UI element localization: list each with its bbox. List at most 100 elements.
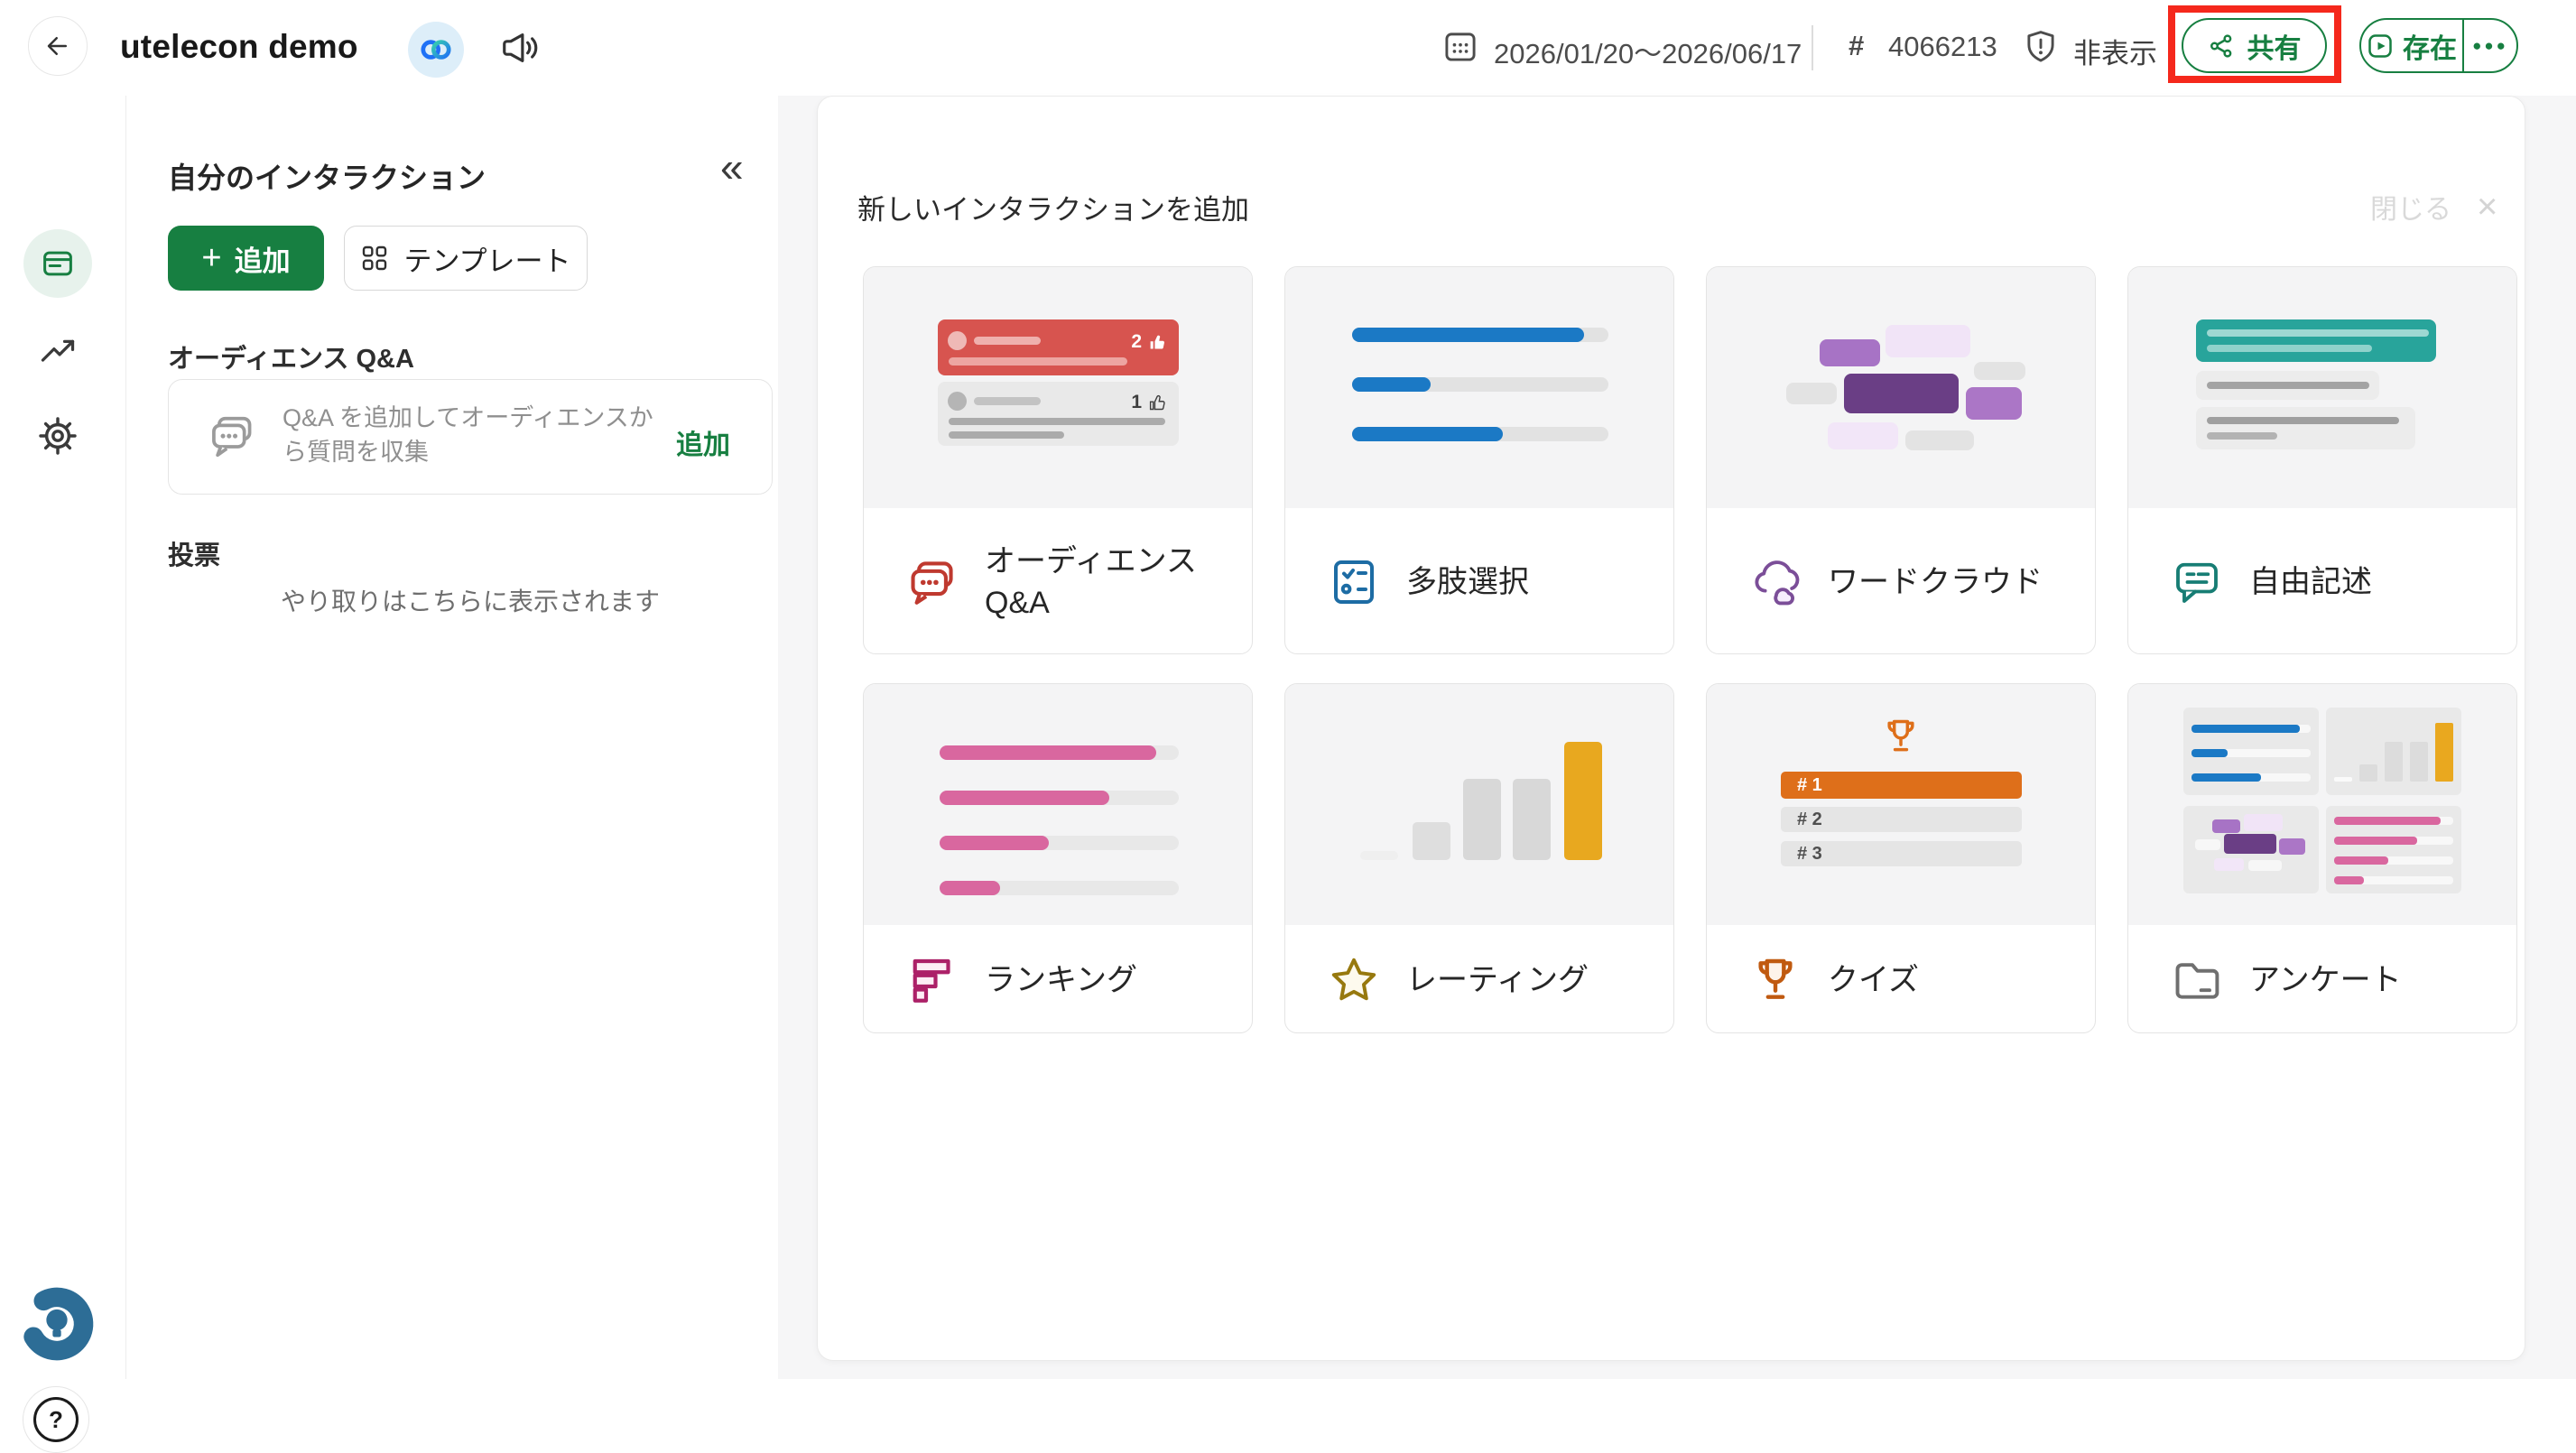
back-arrow-icon <box>44 32 71 60</box>
deco-word <box>1844 374 1959 413</box>
qna-preview: 2 1 <box>864 267 1252 508</box>
nav-interactions-active[interactable] <box>23 229 92 298</box>
deco-bar <box>1564 742 1602 860</box>
deco-bar <box>1463 779 1501 860</box>
collapse-panel-button[interactable]: « <box>720 143 744 191</box>
back-button[interactable] <box>28 16 88 76</box>
deco-word <box>2244 814 2283 831</box>
trophy-icon <box>1881 717 1921 756</box>
webex-rings-icon <box>417 31 455 69</box>
deco-word <box>2248 860 2282 871</box>
plus-icon: + <box>201 245 221 273</box>
event-code[interactable]: 4066213 <box>1888 31 1997 63</box>
deco-word <box>1886 325 1970 357</box>
thumb-up-icon <box>1148 393 1167 412</box>
card-label: オーディエンス Q&A <box>985 541 1219 624</box>
trend-icon <box>38 330 78 370</box>
close-panel-control[interactable]: 閉じる × <box>2370 187 2497 227</box>
deco-bar <box>1352 377 1431 392</box>
gear-icon <box>37 415 79 457</box>
more-options-button[interactable]: ●●● <box>2464 20 2516 71</box>
deco-response <box>2196 371 2379 400</box>
qna-add-link[interactable]: 追加 <box>676 422 730 462</box>
deco-line <box>2207 382 2369 389</box>
deco-line <box>2207 432 2277 440</box>
deco-bar <box>2385 742 2403 782</box>
deco-line <box>2207 329 2429 337</box>
deco-bar <box>1352 427 1503 441</box>
close-label: 閉じる <box>2370 187 2451 227</box>
cloud-icon <box>1750 557 1801 607</box>
card-survey[interactable]: アンケート <box>2127 683 2517 1033</box>
calendar-icon <box>1441 27 1479 69</box>
deco-bar <box>1413 822 1450 860</box>
deco-bar <box>1513 779 1551 860</box>
chat-bubbles-icon <box>208 412 257 461</box>
vote-count-bottom: 1 <box>1131 392 1167 413</box>
deco-mini-panel <box>2183 806 2319 893</box>
event-dates[interactable]: 2026/01/20〜2026/06/17 <box>1494 31 1802 71</box>
deco-bar <box>2410 742 2428 782</box>
add-label: 追加 <box>235 238 291 279</box>
close-icon: × <box>2477 193 2497 220</box>
deco-avatar <box>948 331 967 350</box>
card-rating[interactable]: レーティング <box>1284 683 1674 1033</box>
deco-line <box>974 337 1041 345</box>
vote-count-top: 2 <box>1131 331 1167 353</box>
help-button[interactable]: ? <box>23 1386 89 1453</box>
webex-logo <box>408 22 464 78</box>
interactions-icon <box>40 245 76 282</box>
templates-button[interactable]: テンプレート <box>344 226 588 291</box>
deco-mini-panel <box>2326 708 2461 795</box>
survey-preview <box>2128 684 2516 925</box>
card-open-text[interactable]: 自由記述 <box>2127 266 2517 654</box>
quiz-trophy-icon <box>1750 955 1801 1005</box>
card-multiple-choice[interactable]: 多肢選択 <box>1284 266 1674 654</box>
deco-question-row: 1 <box>938 382 1179 446</box>
deco-line <box>949 357 1127 366</box>
present-button[interactable]: 存在 <box>2361 20 2464 71</box>
card-ranking[interactable]: ランキング <box>863 683 1253 1033</box>
deco-word <box>2195 839 2220 850</box>
deco-line <box>974 397 1041 405</box>
card-word-cloud[interactable]: ワードクラウド <box>1706 266 2096 654</box>
qna-hint-text: Q&A を追加してオーディエンスから質問を収集 <box>283 401 672 469</box>
deco-bar <box>2191 725 2300 733</box>
deco-bar <box>940 836 1049 850</box>
deco-line <box>2207 345 2372 352</box>
share-button[interactable]: 共有 <box>2182 18 2327 73</box>
rating-preview <box>1285 684 1673 925</box>
deco-bar <box>2334 856 2388 865</box>
qna-empty-card: Q&A を追加してオーディエンスから質問を収集 追加 <box>168 379 773 495</box>
header-divider <box>1812 25 1813 70</box>
announcement-icon[interactable] <box>499 27 541 73</box>
polls-empty-text: やり取りはこちらに表示されます <box>168 582 773 618</box>
card-label: レーティング <box>1406 959 1589 1001</box>
add-interaction-button[interactable]: + 追加 <box>168 226 324 291</box>
deco-word <box>2214 858 2244 871</box>
nav-settings[interactable] <box>37 415 79 457</box>
card-label: アンケート <box>2249 959 2402 1001</box>
nav-analytics[interactable] <box>38 330 78 370</box>
poll-preview <box>1285 267 1673 508</box>
grid-icon <box>360 244 389 273</box>
deco-question-highlight: 2 <box>938 319 1179 375</box>
templates-label: テンプレート <box>403 238 570 279</box>
qna-icon <box>907 557 958 607</box>
deco-line <box>949 418 1165 425</box>
share-icon <box>2208 32 2235 60</box>
deco-bar <box>2334 837 2417 845</box>
deco-bar <box>2191 773 2261 782</box>
panel-title: 自分のインタラクション <box>168 155 486 197</box>
deco-bar <box>940 745 1156 760</box>
deco-bar <box>2334 876 2364 884</box>
card-label: ランキング <box>985 959 1137 1001</box>
card-audience-qna[interactable]: 2 1 オーディエンス Q&A <box>863 266 1253 654</box>
nav-rail: ? <box>0 96 126 1379</box>
hidden-status-label[interactable]: 非表示 <box>2073 31 2157 71</box>
deco-mini-panel <box>2183 708 2319 795</box>
play-icon <box>2367 32 2394 60</box>
card-quiz[interactable]: # 1 # 2 # 3 クイズ <box>1706 683 2096 1033</box>
wordcloud-preview <box>1707 267 2095 508</box>
slido-bulb-icon <box>18 1285 96 1363</box>
